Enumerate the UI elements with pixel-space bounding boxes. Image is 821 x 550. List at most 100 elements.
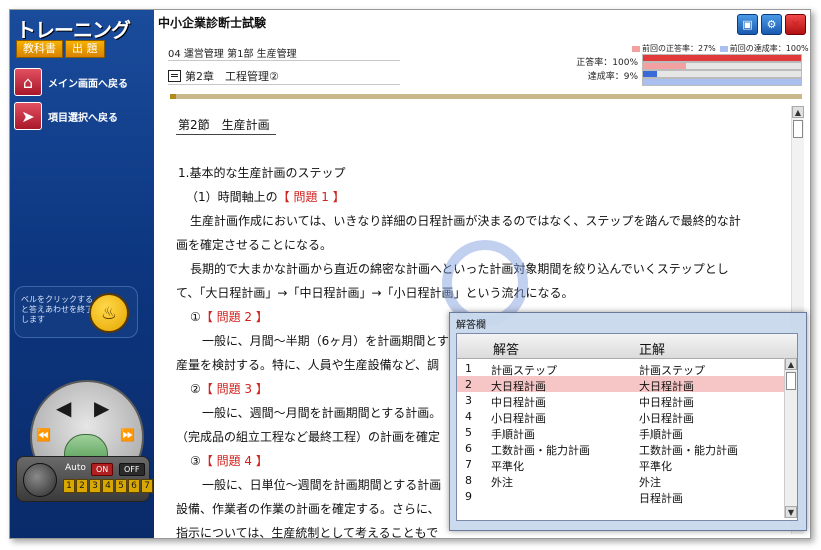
playback-controls: ◀ ▶ ⏪ ⏩ Auto ON OFF 1 2 3 4 5 6 7 — [16, 380, 153, 530]
row-number: 5 — [465, 426, 472, 439]
auto-on-button[interactable]: ON — [91, 463, 114, 476]
row-number: 6 — [465, 442, 472, 455]
prev-progress-swatch — [719, 45, 728, 52]
scroll-up-icon[interactable]: ▲ — [792, 106, 804, 118]
legend-prev-correct-value: 27% — [698, 44, 716, 53]
text-line: 生産計画作成においては、いきなり詳細の日程計画が決まるのではなく、ステップを踏ん… — [190, 214, 741, 228]
text-line: 指示については、生産統制として考えることもで — [176, 526, 439, 538]
scroll-thumb[interactable] — [793, 120, 803, 138]
back-to-main-label: メイン画面へ戻る — [48, 78, 128, 90]
back-to-items-label: 項目選択へ戻る — [48, 112, 118, 124]
row-number: 4 — [465, 410, 472, 423]
speaker-icon — [23, 463, 57, 497]
question-1-link[interactable]: 【 問題 1 】 — [278, 190, 345, 204]
back-to-items-button[interactable]: ➤ 項目選択へ戻る — [14, 102, 144, 130]
prev-progress-fill — [643, 79, 801, 85]
answer-row[interactable]: 5 手順計画 手順計画 — [457, 424, 785, 441]
circled-number: ③ — [190, 454, 201, 468]
text-line: 一般に、日単位～週間を計画期間とする計画 — [202, 478, 442, 492]
progress-rate-label: 達成率： — [587, 72, 624, 82]
speed-6[interactable]: 6 — [128, 479, 140, 493]
row-number: 1 — [465, 362, 472, 375]
gear-icon[interactable]: ⚙ — [761, 14, 782, 35]
question-2-link[interactable]: 【 問題 2 】 — [201, 310, 268, 324]
row-number: 7 — [465, 458, 472, 471]
answer-panel: 解答欄 解答 正解 1 計画ステップ 計画ステップ 2 大日程計画 大日程計画 3 中日程計画… — [449, 312, 807, 531]
close-icon[interactable]: ✕ — [785, 14, 806, 35]
mode-tabs: 教科書 出 題 — [16, 40, 105, 58]
prev-progress-bar — [642, 78, 802, 86]
auto-off-button[interactable]: OFF — [119, 463, 145, 476]
text-line: 設備、作業者の作業の計画を確定する。さらに、 — [176, 502, 440, 516]
scroll-thumb[interactable] — [786, 372, 796, 390]
answer-row[interactable]: 6 工数計画・能力計画 工数計画・能力計画 — [457, 440, 785, 457]
house-icon: ⌂ — [14, 68, 42, 96]
chapter-divider — [168, 84, 400, 85]
text-line: （完成品の組立工程など最終工程）の計画を確定 — [176, 430, 441, 444]
app-logo: トレーニング — [16, 18, 131, 42]
content-divider-marker — [170, 94, 176, 99]
speed-4[interactable]: 4 — [102, 479, 114, 493]
book-icon — [168, 70, 181, 82]
progress-rate: 達成率：9% — [568, 69, 638, 82]
cube-icon[interactable]: ▣ — [737, 14, 758, 35]
correct-rate-label: 正答率： — [576, 58, 613, 68]
answer-list-header: 解答 正解 — [457, 334, 797, 359]
progress-rate-value: 9% — [623, 72, 638, 82]
fast-forward-icon[interactable]: ⏩ — [120, 428, 135, 442]
legend-prev-progress: 前回の達成率： — [729, 44, 786, 53]
text-line: ③【 問題 4 】 — [190, 452, 268, 469]
section-title: 第2節 生産計画 — [178, 118, 270, 132]
legend-prev-correct: 前回の正答率： — [642, 44, 698, 53]
bell-panel: ベルをクリックすると答えあわせを終了します ♨ — [14, 286, 138, 338]
stats-legend: 前回の正答率： 27% 前回の達成率： 100% — [628, 43, 809, 54]
progress-rate-fill — [643, 71, 658, 77]
answer-list: 解答 正解 1 計画ステップ 計画ステップ 2 大日程計画 大日程計画 3 中日程計画 中日程計… — [456, 333, 798, 521]
correct-rate-bar — [642, 54, 802, 62]
speed-5[interactable]: 5 — [115, 479, 127, 493]
back-to-main-button[interactable]: ⌂ メイン画面へ戻る — [14, 68, 144, 96]
answer-row[interactable]: 3 中日程計画 中日程計画 — [457, 392, 785, 409]
tab-questions[interactable]: 出 題 — [65, 40, 105, 58]
bell-icon[interactable]: ♨ — [89, 293, 129, 333]
chapter-heading: 第2章 工程管理② — [168, 68, 279, 84]
prev-correct-swatch — [632, 45, 640, 52]
breadcrumb: 04 運営管理 第1部 生産管理 — [168, 49, 297, 60]
row-number: 9 — [465, 490, 472, 503]
section-underline — [176, 134, 276, 135]
prev-correct-bar — [642, 62, 802, 70]
answer-row[interactable]: 8 外注 外注 — [457, 472, 785, 489]
text-fragment: （1）時間軸上の — [186, 190, 278, 204]
speed-1[interactable]: 1 — [63, 479, 75, 493]
rewind-icon[interactable]: ⏪ — [36, 428, 51, 442]
next-arrow-icon[interactable]: ▶ — [94, 396, 109, 420]
scroll-down-icon[interactable]: ▼ — [785, 506, 797, 518]
breadcrumb-divider — [168, 60, 400, 61]
speed-3[interactable]: 3 — [89, 479, 101, 493]
window-buttons: ▣ ⚙ ✕ — [734, 14, 806, 35]
question-3-link[interactable]: 【 問題 3 】 — [201, 382, 268, 396]
speed-2[interactable]: 2 — [76, 479, 88, 493]
question-4-link[interactable]: 【 問題 4 】 — [201, 454, 268, 468]
scroll-up-icon[interactable]: ▲ — [785, 358, 797, 370]
row-number: 2 — [465, 378, 472, 391]
column-correct: 正解 — [639, 343, 666, 358]
auto-label: Auto — [65, 463, 86, 473]
text-line: （1）時間軸上の【 問題 1 】 — [186, 188, 345, 205]
correct-rate: 正答率：100% — [568, 55, 638, 68]
answer-list-scrollbar[interactable]: ▲ ▼ — [784, 358, 797, 518]
row-number: 8 — [465, 474, 472, 487]
answer-row[interactable]: 1 計画ステップ 計画ステップ — [457, 360, 785, 377]
legend-prev-progress-value: 100% — [785, 44, 809, 53]
progress-rate-bar — [642, 70, 802, 78]
correct-rate-value: 100% — [612, 58, 638, 68]
tab-textbook[interactable]: 教科書 — [16, 40, 63, 58]
speed-7[interactable]: 7 — [141, 479, 153, 493]
answer-row[interactable]: 7 平準化 平準化 — [457, 456, 785, 473]
text-line: 一般に、週間～月間を計画期間とする計画。 — [202, 406, 442, 420]
answer-row[interactable]: 4 小日程計画 小日程計画 — [457, 408, 785, 425]
text-line: 画を確定させることになる。 — [176, 238, 333, 252]
answer-row[interactable]: 9 日程計画 — [457, 488, 785, 505]
prev-arrow-icon[interactable]: ◀ — [56, 396, 71, 420]
answer-row[interactable]: 2 大日程計画 大日程計画 — [457, 376, 785, 393]
